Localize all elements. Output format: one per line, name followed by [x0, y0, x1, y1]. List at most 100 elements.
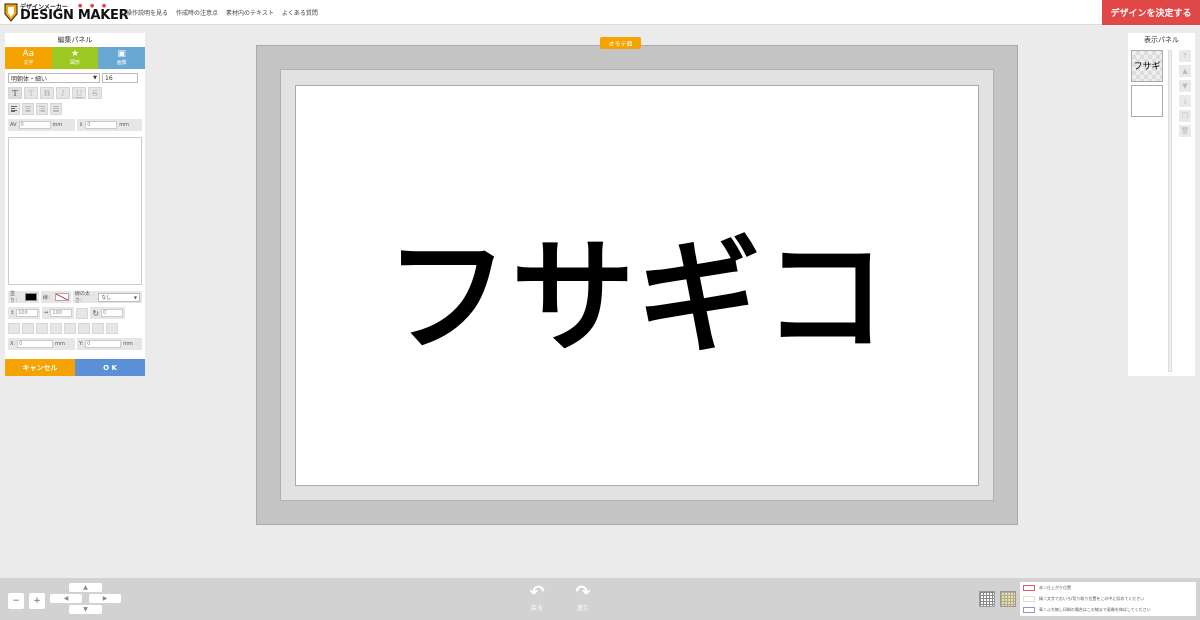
fill-color-swatch[interactable] [24, 293, 37, 301]
move-left-button[interactable]: ◀ [50, 594, 82, 603]
align-left-button[interactable] [8, 103, 20, 115]
move-top-icon[interactable]: ⤒ [1179, 50, 1191, 62]
fill-label: 塗り： [10, 291, 21, 304]
redo-button[interactable]: ↷ 進む [570, 582, 596, 613]
align-justify-button[interactable] [50, 103, 62, 115]
redo-label: 進む [576, 605, 589, 612]
logo-shield-icon [4, 3, 18, 22]
ok-button[interactable]: O K [75, 359, 145, 376]
duplicate-icon[interactable]: ❐ [1179, 110, 1191, 122]
nav-link-faq[interactable]: よくある質問 [282, 8, 318, 17]
legend-row-bleed: 青＝ふち無し印刷の場合はこの線まで画像を伸ばしてください [1020, 604, 1196, 615]
strikethrough-button[interactable]: S [88, 87, 102, 99]
layer-thumbnail-empty[interactable] [1131, 85, 1163, 117]
y-unit: mm [123, 341, 133, 347]
nav-link-instructions[interactable]: 操作説明を見る [126, 8, 168, 17]
canvas-text[interactable]: フサギコ [296, 86, 978, 485]
width-group: ↔ 100 [42, 307, 75, 319]
move-bottom-icon[interactable]: ⤓ [1179, 95, 1191, 107]
legend-row-safe: 緑＝文字でおいろ/切り取り位置をこの中に収めてください [1020, 593, 1196, 604]
logo-big-text: DESIGN MAKER [20, 8, 129, 23]
font-family-select[interactable]: 明朝体・細い ▼ [8, 73, 100, 83]
x-input[interactable]: 0 [17, 340, 54, 348]
layer-forward-icon[interactable] [22, 323, 34, 334]
flip-vertical-icon[interactable] [106, 323, 118, 334]
text-outline-button[interactable]: T [24, 87, 38, 99]
design-canvas[interactable]: フサギコ [295, 85, 979, 486]
line-spacing-input[interactable]: 0 [85, 121, 118, 129]
layer-back-icon[interactable] [50, 323, 62, 334]
line-width-value: なし [101, 294, 112, 301]
edit-panel: 編集パネル Aa 文字 ★ 図形 ▣ 画像 明朝体・細い ▼ 16 T T B … [5, 33, 146, 376]
align-right-button[interactable] [36, 103, 48, 115]
move-down-icon[interactable]: ▼ [1179, 80, 1191, 92]
guide-toggle-icon[interactable] [1000, 591, 1016, 607]
tab-image-label: 画像 [116, 60, 127, 66]
move-up-button[interactable]: ▲ [69, 583, 102, 592]
italic-button[interactable]: I [56, 87, 70, 99]
tab-text[interactable]: Aa 文字 [5, 47, 52, 69]
align-center-button[interactable] [22, 103, 34, 115]
layer-front-icon[interactable] [8, 323, 20, 334]
width-input[interactable]: 100 [50, 309, 73, 317]
height-input[interactable]: 100 [16, 309, 39, 317]
layer-backward-icon[interactable] [36, 323, 48, 334]
zoom-out-icon[interactable]: − [8, 593, 24, 609]
star-icon: ★ [70, 49, 80, 59]
redo-icon: ↷ [575, 582, 591, 603]
nav-link-notes[interactable]: 作成時の注意点 [176, 8, 218, 17]
line-label: 線： [42, 294, 53, 301]
cancel-button[interactable]: キャンセル [5, 359, 75, 376]
y-label: Y: [78, 341, 84, 347]
nav-link-material-text[interactable]: 素材内のテキスト [226, 8, 274, 17]
undo-button[interactable]: ↶ 戻る [524, 583, 550, 613]
line-width-select[interactable]: なし ▼ [98, 292, 140, 302]
lock-ratio-icon[interactable] [76, 307, 89, 319]
move-down-button[interactable]: ▼ [69, 605, 102, 614]
image-icon: ▣ [117, 49, 126, 59]
display-panel-title: 表示パネル [1144, 36, 1179, 44]
line-spacing-group: ⇕ 0 mm [76, 119, 142, 131]
chevron-down-icon: ▼ [133, 294, 137, 300]
line-color-swatch[interactable] [54, 293, 69, 301]
letter-spacing-input[interactable]: 0 [18, 121, 51, 129]
fill-color-group: 塗り： [8, 291, 39, 304]
bold-button[interactable]: B [40, 87, 54, 99]
rotation-group: ↻ 0 [90, 307, 126, 319]
move-up-icon[interactable]: ▲ [1179, 65, 1191, 77]
layer-scrollbar[interactable] [1168, 50, 1172, 372]
zoom-in-icon[interactable]: + [29, 593, 45, 609]
y-input[interactable]: 0 [85, 340, 122, 348]
legend-row-trim: 赤＝仕上がり位置 [1020, 582, 1196, 593]
decide-design-button[interactable]: デザインを決定する [1102, 0, 1200, 25]
rotate-icon: ↻ [92, 308, 100, 318]
rotation-input[interactable]: 0 [101, 309, 124, 317]
text-type-button[interactable]: T [8, 87, 22, 99]
letter-spacing-icon: AV [10, 122, 17, 128]
grid-toggle-icon[interactable] [979, 591, 995, 607]
move-right-button[interactable]: ▶ [89, 594, 121, 603]
line-color-group: 線： [40, 291, 71, 303]
tab-image[interactable]: ▣ 画像 [98, 47, 146, 69]
copy-icon[interactable] [64, 323, 76, 334]
logo[interactable]: デザインメーカー ● ● ● DESIGN MAKER [4, 2, 129, 23]
height-group: ↕ 100 [8, 307, 41, 319]
legend-swatch-white [1023, 595, 1035, 602]
legend-text-trim: 赤＝仕上がり位置 [1039, 584, 1071, 590]
line-spacing-icon: ⇕ [78, 122, 84, 128]
layer-order-buttons: ⤒ ▲ ▼ ⤓ ❐ 🗑 [1179, 50, 1191, 140]
legend-text-safe: 緑＝文字でおいろ/切り取り位置をこの中に収めてください [1039, 595, 1145, 601]
paste-icon[interactable] [78, 323, 90, 334]
font-size-input[interactable]: 16 [102, 73, 138, 83]
layer-thumbnail-text[interactable]: フサギ [1131, 50, 1163, 82]
chevron-down-icon: ▼ [93, 75, 97, 81]
trash-icon[interactable]: 🗑 [1179, 125, 1191, 137]
text-content-area[interactable] [8, 137, 142, 285]
tab-shape[interactable]: ★ 図形 [51, 47, 99, 69]
edit-action-buttons: キャンセル O K [5, 359, 145, 376]
flip-horizontal-icon[interactable] [92, 323, 104, 334]
layer-thumbnail-label: フサギ [1133, 62, 1161, 72]
front-side-label: オモテ面 [600, 37, 641, 49]
underline-button[interactable]: U [72, 87, 86, 99]
edit-tabs: Aa 文字 ★ 図形 ▣ 画像 [5, 47, 146, 69]
